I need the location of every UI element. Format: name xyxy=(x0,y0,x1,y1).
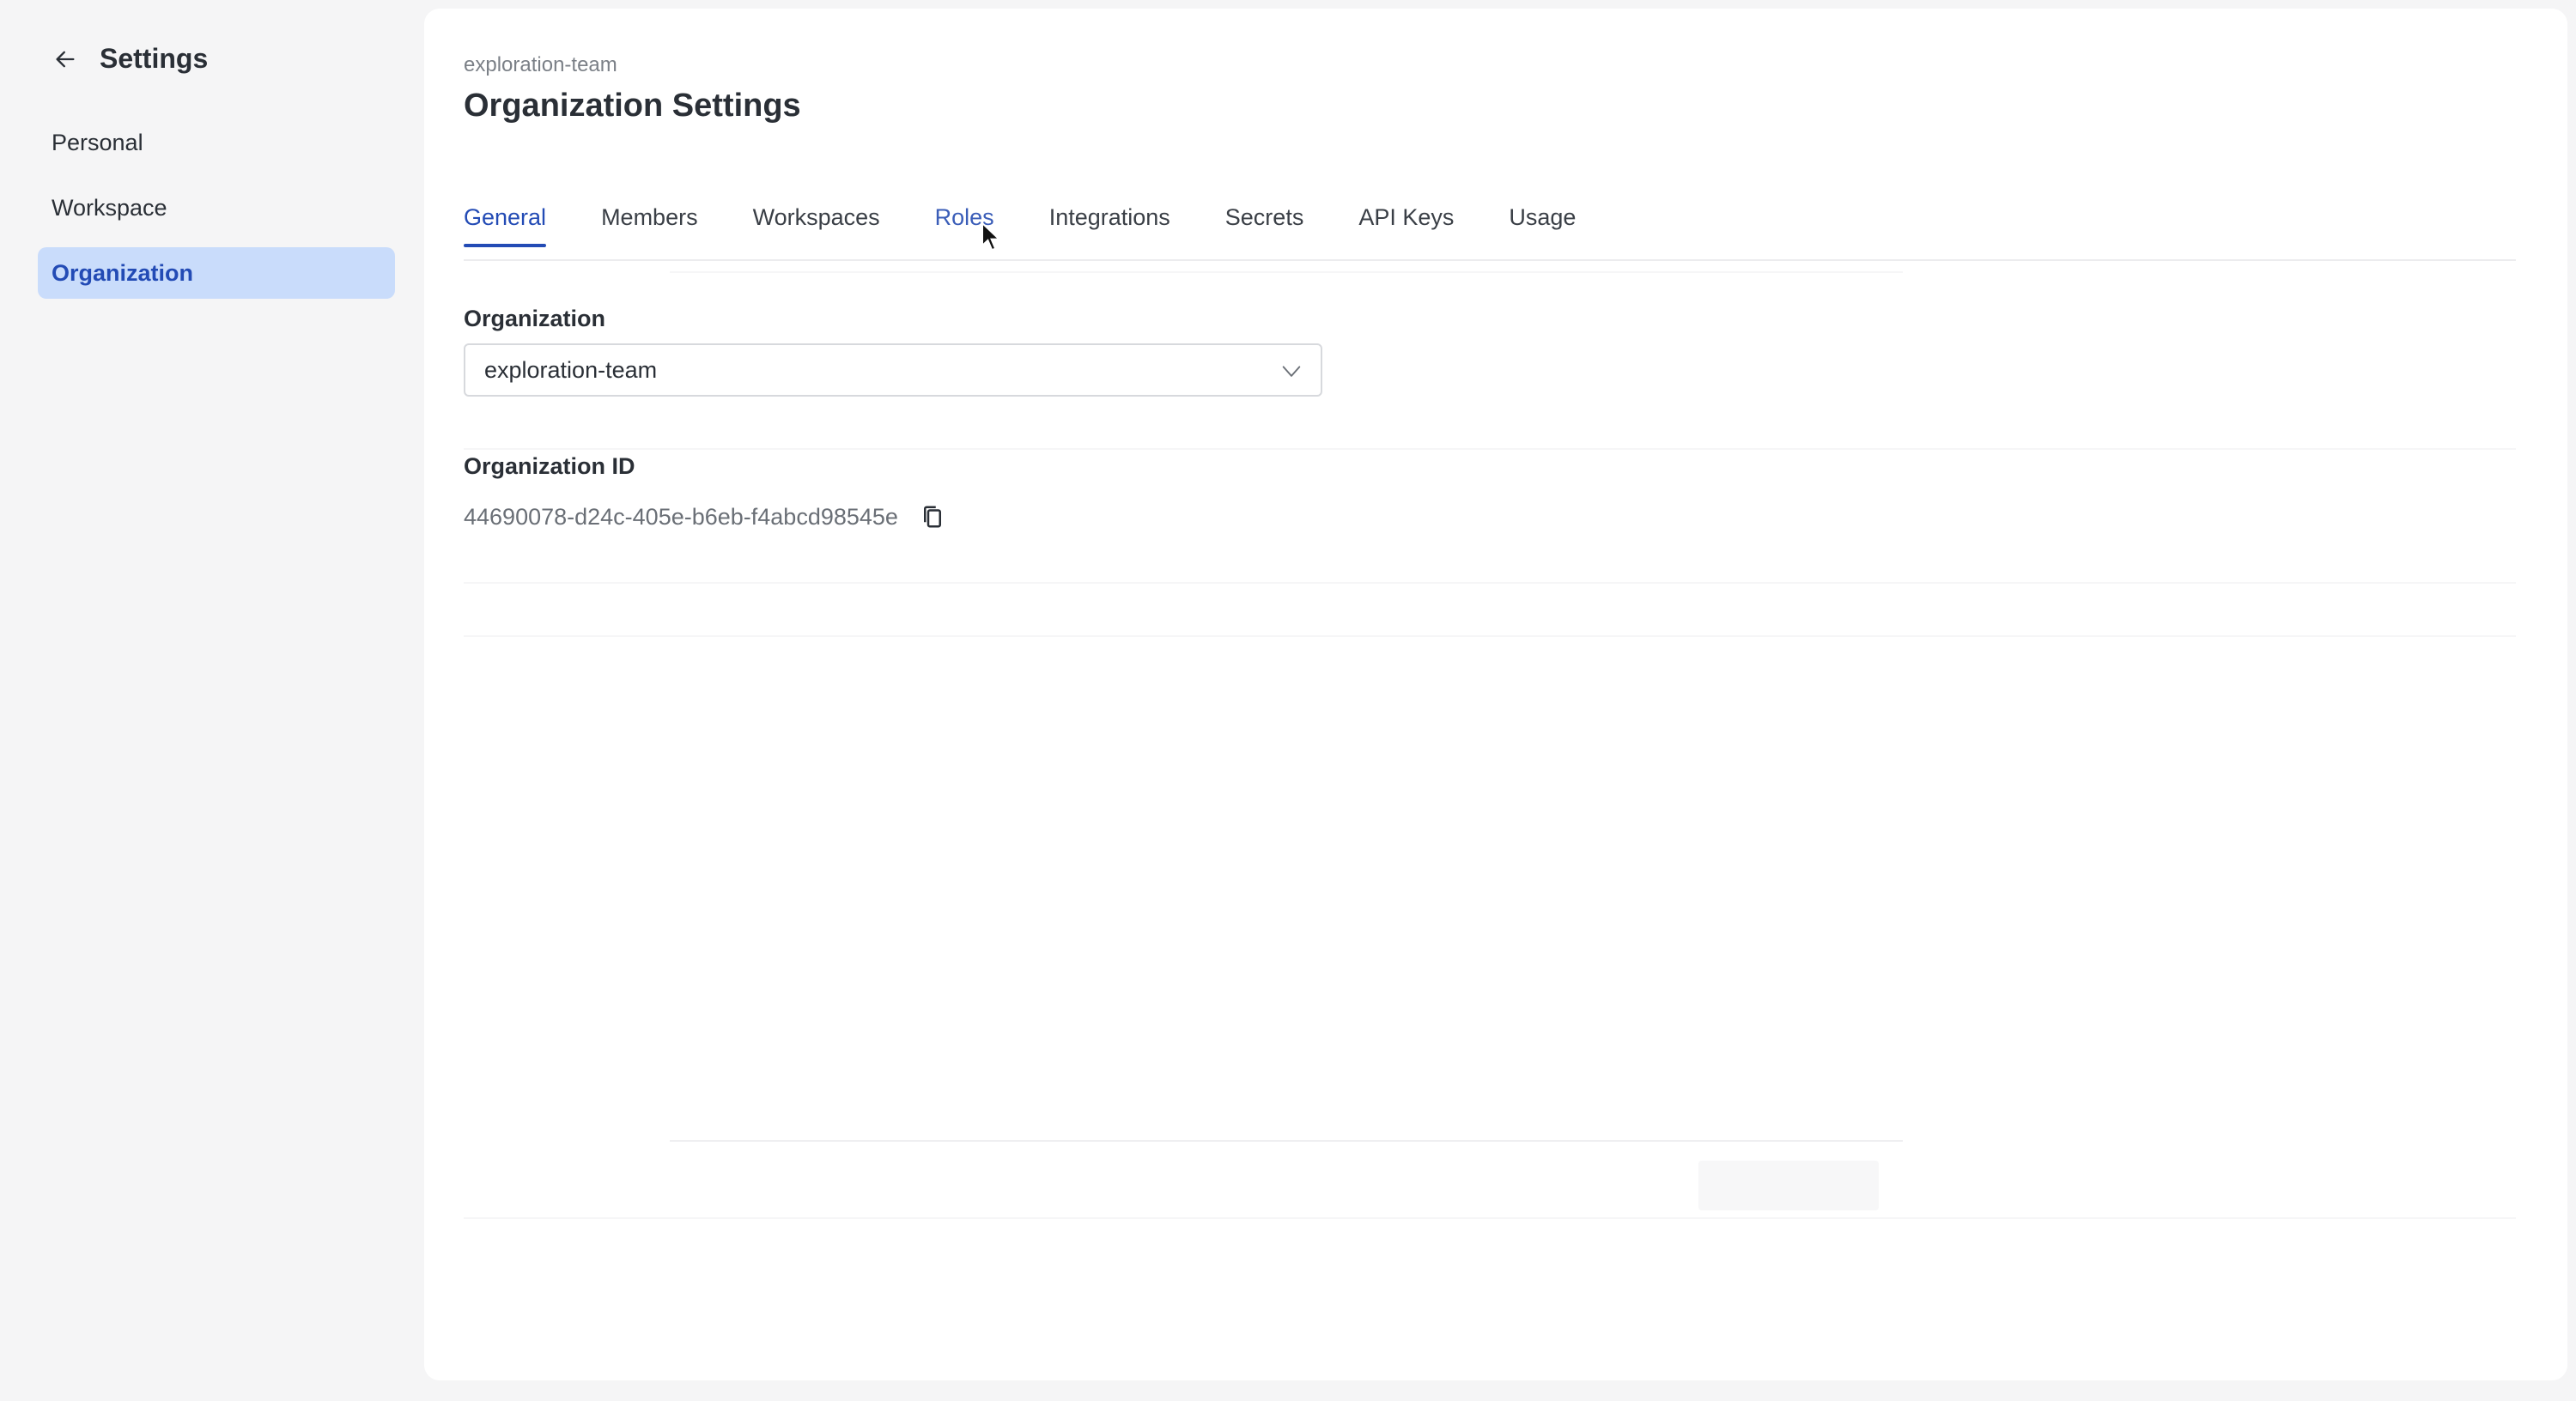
tab-usage[interactable]: Usage xyxy=(1509,191,1576,246)
organization-label: Organization xyxy=(464,306,606,331)
tab-integrations[interactable]: Integrations xyxy=(1049,191,1170,246)
sidebar: Settings Personal Workspace Organization xyxy=(0,0,422,1401)
divider xyxy=(464,635,2516,637)
main-panel: exploration-team Organization Settings G… xyxy=(424,9,2567,1380)
organization-id-label: Organization ID xyxy=(464,453,635,479)
divider xyxy=(464,582,2516,584)
sidebar-item-label: Personal xyxy=(52,129,143,155)
tab-secrets[interactable]: Secrets xyxy=(1225,191,1304,246)
organization-id-row: 44690078-d24c-405e-b6eb-f4abcd98545e xyxy=(464,503,946,531)
page-title: Organization Settings xyxy=(464,88,801,124)
tab-general[interactable]: General xyxy=(464,191,547,247)
copy-icon xyxy=(923,506,941,528)
divider xyxy=(464,448,2516,450)
ghost-button xyxy=(1698,1161,1879,1210)
sidebar-item-personal[interactable]: Personal xyxy=(38,117,395,168)
organization-select-value: exploration-team xyxy=(484,356,658,383)
chevron-down-icon xyxy=(1282,366,1301,377)
sidebar-item-label: Workspace xyxy=(52,194,167,221)
sidebar-header: Settings xyxy=(50,43,208,75)
sidebar-item-label: Organization xyxy=(52,259,194,286)
sidebar-title: Settings xyxy=(100,43,209,74)
sidebar-item-organization[interactable]: Organization xyxy=(38,247,395,299)
divider xyxy=(464,1217,2516,1219)
arrow-left-icon xyxy=(56,51,75,67)
tab-api-keys[interactable]: API Keys xyxy=(1358,191,1454,246)
tab-workspaces[interactable]: Workspaces xyxy=(753,191,880,246)
organization-id-value: 44690078-d24c-405e-b6eb-f4abcd98545e xyxy=(464,503,898,530)
divider xyxy=(670,271,1903,273)
sidebar-nav: Personal Workspace Organization xyxy=(38,117,395,312)
tab-members[interactable]: Members xyxy=(601,191,698,246)
back-button[interactable] xyxy=(50,44,81,75)
divider xyxy=(670,1140,1903,1142)
copy-button[interactable] xyxy=(919,503,946,531)
sidebar-item-workspace[interactable]: Workspace xyxy=(38,182,395,234)
organization-select[interactable]: exploration-team xyxy=(464,343,1322,397)
breadcrumb: exploration-team xyxy=(464,53,617,76)
tab-bar: General Members Workspaces Roles Integra… xyxy=(464,191,2516,261)
tab-roles[interactable]: Roles xyxy=(935,191,994,246)
